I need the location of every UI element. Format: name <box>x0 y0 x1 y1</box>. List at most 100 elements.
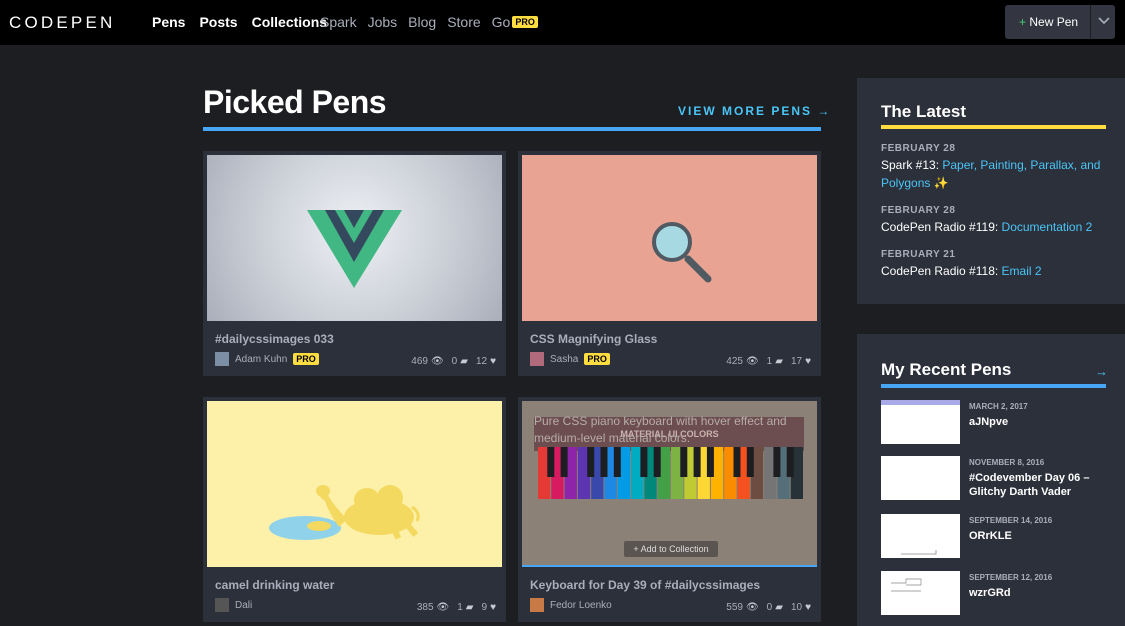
pen-author[interactable]: Sasha PRO <box>530 352 610 366</box>
news-item: CodePen Radio #119: Documentation 2 <box>881 218 1106 236</box>
view-more-pens-link[interactable]: VIEW MORE PENS → <box>678 104 831 118</box>
pen-stats: 425 👁 1 ▰ 17 ♥ <box>718 356 811 367</box>
piano-black-key[interactable] <box>587 447 595 477</box>
piano-black-key[interactable] <box>547 447 555 477</box>
eye-icon: 👁 <box>745 356 759 367</box>
comments-count: 1 <box>766 356 773 367</box>
pen-name[interactable]: #Codevember Day 06 – Glitchy Darth Vader <box>969 471 1109 499</box>
heart-icon: ♥ <box>805 356 811 367</box>
pen-author[interactable]: Dali <box>215 598 252 612</box>
pen-name[interactable]: aJNpve <box>969 415 1109 429</box>
recent-pen-item[interactable]: SEPTEMBER 12, 2016 wzrGRd <box>881 571 1111 616</box>
comments-count: 0 <box>451 356 458 367</box>
comment-icon: ▰ <box>775 356 783 367</box>
vue-logo-icon <box>307 210 402 288</box>
pen-author[interactable]: Adam Kuhn PRO <box>215 352 319 366</box>
recent-pen-item[interactable]: SEPTEMBER 14, 2016 ORrKLE <box>881 514 1111 559</box>
pen-date: SEPTEMBER 12, 2016 <box>969 573 1053 582</box>
recent-pen-item[interactable]: MARCH 2, 2017 aJNpve <box>881 400 1111 445</box>
likes-stat[interactable]: 9 ♥ <box>482 602 497 613</box>
views-count: 385 <box>416 602 434 613</box>
avatar <box>530 598 544 612</box>
piano-black-key[interactable] <box>773 447 781 477</box>
pen-title[interactable]: CSS Magnifying Glass <box>530 332 657 346</box>
pen-date: SEPTEMBER 14, 2016 <box>969 516 1053 525</box>
nav-collections[interactable]: Collections <box>252 14 327 30</box>
sketch-icon <box>891 578 922 592</box>
views-count: 425 <box>726 356 743 367</box>
piano-black-key[interactable] <box>600 447 608 477</box>
heart-icon: ♥ <box>805 602 811 613</box>
news-link[interactable]: Email 2 <box>1002 264 1042 278</box>
nav-go[interactable]: Go PRO <box>492 14 538 30</box>
piano-black-key[interactable] <box>640 447 648 477</box>
pen-title[interactable]: #dailycssimages 033 <box>215 332 334 346</box>
pen-preview[interactable] <box>207 155 502 321</box>
pen-title[interactable]: camel drinking water <box>215 578 334 592</box>
pro-badge: PRO <box>584 353 610 365</box>
comments-count: 1 <box>457 602 463 613</box>
pen-card[interactable]: MATERIAL UI COLORS Pure CSS piano keyboa… <box>518 397 821 622</box>
arrow-right-icon[interactable]: → <box>1095 364 1108 379</box>
sketch-icon <box>901 550 937 555</box>
nav-posts[interactable]: Posts <box>199 14 237 30</box>
pen-title[interactable]: Keyboard for Day 39 of #dailycssimages <box>530 578 760 592</box>
pen-thumbnail[interactable] <box>881 514 960 558</box>
likes-stat[interactable]: 17 ♥ <box>791 356 811 367</box>
new-pen-button[interactable]: + New Pen <box>1005 5 1115 39</box>
pen-stats: 559 👁 0 ▰ 10 ♥ <box>718 602 811 613</box>
views-stat: 385 👁 <box>417 602 449 613</box>
pen-author[interactable]: Fedor Loenko <box>530 598 612 612</box>
heart-icon: ♥ <box>490 356 496 367</box>
piano-black-key[interactable] <box>786 447 794 477</box>
likes-count: 9 <box>481 602 488 613</box>
pen-thumbnail[interactable] <box>881 400 960 444</box>
piano-black-key[interactable] <box>560 447 568 477</box>
comments-stat[interactable]: 1 ▰ <box>457 602 473 613</box>
pen-thumbnail[interactable] <box>881 571 960 615</box>
comments-stat[interactable]: 0 ▰ <box>452 356 468 367</box>
pen-name[interactable]: wzrGRd <box>969 586 1109 600</box>
codepen-logo[interactable]: CODEPEN <box>9 13 115 33</box>
pen-preview[interactable] <box>207 401 502 567</box>
nav-spark[interactable]: Spark <box>320 14 357 30</box>
likes-stat[interactable]: 10 ♥ <box>791 602 811 613</box>
likes-stat[interactable]: 12 ♥ <box>476 356 496 367</box>
piano-black-key[interactable] <box>746 447 754 477</box>
views-count: 469 <box>411 356 428 367</box>
nav-store[interactable]: Store <box>447 14 480 30</box>
comments-stat[interactable]: 0 ▰ <box>767 602 783 613</box>
pen-card[interactable]: camel drinking water Dali 385 👁 1 ▰ 9 ♥ <box>203 397 506 622</box>
likes-count: 10 <box>790 602 803 613</box>
chevron-down-icon[interactable] <box>1096 12 1112 28</box>
piano-black-key[interactable] <box>680 447 688 477</box>
news-prefix: CodePen Radio #118: <box>881 264 1002 278</box>
piano-black-key[interactable] <box>693 447 701 477</box>
piano-black-key[interactable] <box>613 447 621 477</box>
views-stat: 559 👁 <box>726 602 758 613</box>
views-count: 559 <box>726 602 743 613</box>
piano-black-key[interactable] <box>706 447 714 477</box>
pen-stats: 385 👁 1 ▰ 9 ♥ <box>409 602 496 613</box>
piano-black-key[interactable] <box>653 447 661 477</box>
news-prefix: Spark #13: <box>881 158 943 172</box>
pen-card[interactable]: #dailycssimages 033 Adam Kuhn PRO 469 👁 0… <box>203 151 506 376</box>
pen-preview[interactable] <box>522 155 817 321</box>
pen-name[interactable]: ORrKLE <box>969 529 1109 543</box>
nav-blog[interactable]: Blog <box>408 14 436 30</box>
author-name: Dali <box>235 599 253 611</box>
comments-stat[interactable]: 1 ▰ <box>767 356 783 367</box>
news-link[interactable]: Documentation 2 <box>1002 220 1093 234</box>
pen-preview[interactable]: MATERIAL UI COLORS Pure CSS piano keyboa… <box>522 401 817 567</box>
add-to-collection-button[interactable]: + Add to Collection <box>624 541 718 557</box>
recent-pen-item[interactable]: NOVEMBER 8, 2016 #Codevember Day 06 – Gl… <box>881 456 1111 501</box>
nav-pens[interactable]: Pens <box>152 14 185 30</box>
pen-card[interactable]: CSS Magnifying Glass Sasha PRO 425 👁 1 ▰ 1… <box>518 151 821 376</box>
main-nav: Pens Posts Collections <box>152 14 341 30</box>
likes-count: 12 <box>475 356 488 367</box>
nav-jobs[interactable]: Jobs <box>368 14 398 30</box>
piano-black-key[interactable] <box>733 447 741 477</box>
recent-pens-title[interactable]: My Recent Pens <box>881 360 1011 380</box>
news-date: FEBRUARY 28 <box>881 205 956 216</box>
pen-thumbnail[interactable] <box>881 456 960 500</box>
